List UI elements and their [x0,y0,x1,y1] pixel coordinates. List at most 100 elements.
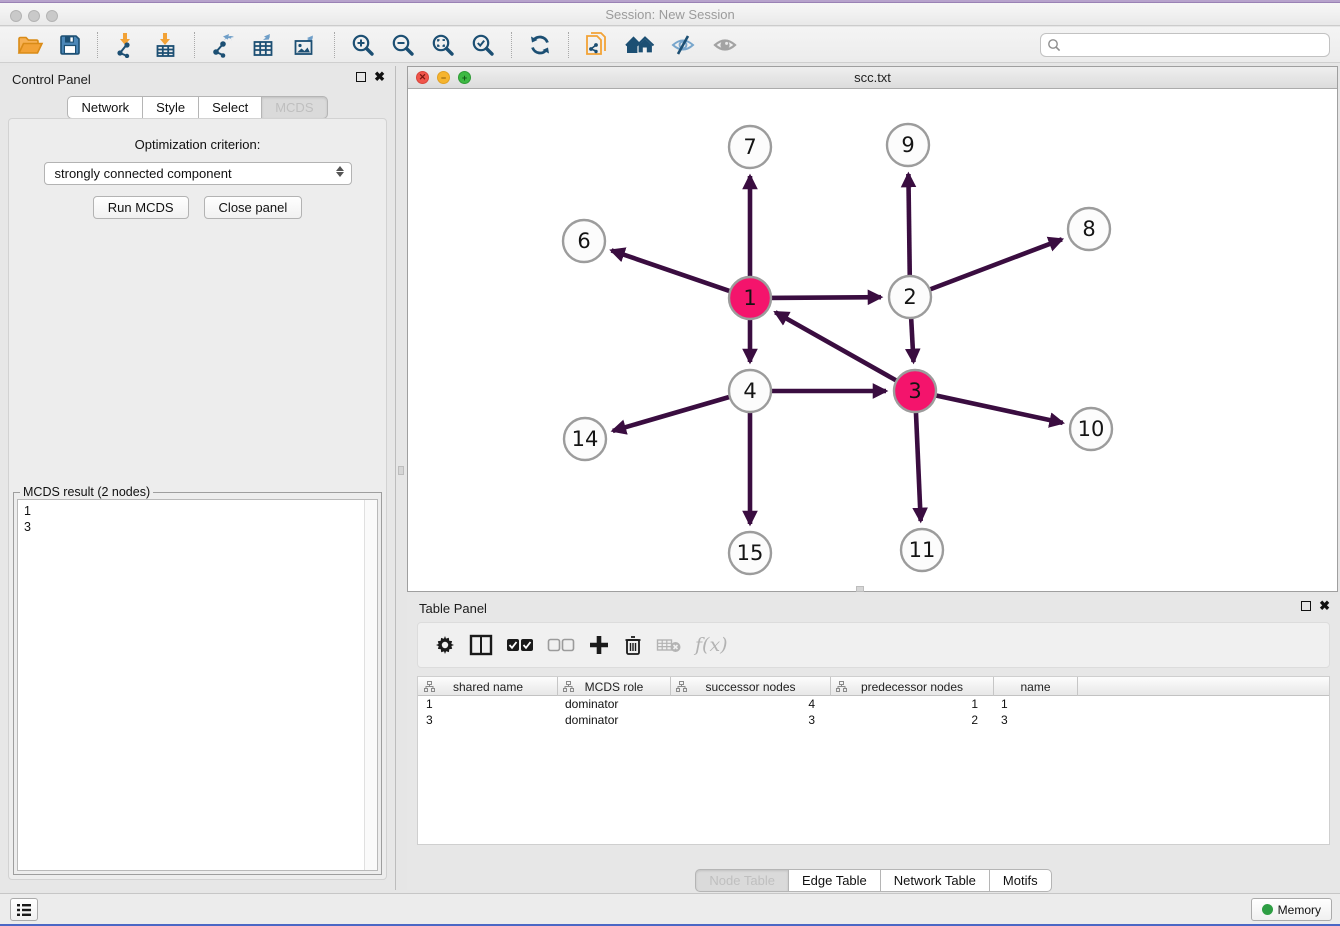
hide-selected-button[interactable] [662,31,704,59]
table-cell[interactable]: 1 [830,697,993,711]
graph-node-label: 2 [903,285,916,309]
tab-mcds[interactable]: MCDS [262,96,327,119]
table-row[interactable]: 3dominator323 [418,712,1329,728]
table-settings-button[interactable] [434,634,456,656]
table-tab-node-table[interactable]: Node Table [695,869,789,892]
graph-node-6[interactable]: 6 [563,220,605,262]
mcds-result-line: 3 [24,519,377,535]
search-box[interactable] [1040,33,1330,57]
table-cell[interactable]: 2 [830,713,993,727]
column-header-MCDS-role[interactable]: MCDS role [558,677,671,696]
table-cell[interactable]: 4 [670,697,830,711]
graph-edge-2-3[interactable] [911,315,914,362]
table-cell[interactable]: dominator [557,713,670,727]
network-window-titlebar[interactable]: ✕ − + scc.txt [408,67,1337,89]
graph-edge-3-11[interactable] [916,409,921,521]
table-header-row: shared name MCDS rolesuccessor nodesprede… [418,677,1329,696]
graph-node-4[interactable]: 4 [729,370,771,412]
export-network-button[interactable] [203,30,244,60]
zoom-out-button[interactable] [383,30,423,60]
network-graph[interactable]: 7 9 6 8 1 2 4 3 14 10 15 11 [408,89,1337,591]
import-network-button[interactable] [106,30,146,60]
graph-edge-3-1[interactable] [775,312,899,382]
table-cell[interactable]: 1 [418,697,557,711]
column-header-label: shared name [453,680,523,694]
export-image-button[interactable] [285,30,326,60]
table-cell[interactable]: 3 [993,713,1077,727]
column-layout-button[interactable] [469,634,493,656]
column-header-shared-name[interactable]: shared name [419,677,558,696]
table-tab-network-table[interactable]: Network Table [881,869,990,892]
home-button[interactable] [618,31,662,59]
vertical-splitter-handle[interactable] [398,466,404,475]
graph-node-2[interactable]: 2 [889,276,931,318]
graph-edge-2-8[interactable] [927,239,1062,290]
network-window-title: scc.txt [408,70,1337,85]
result-scrollbar[interactable] [364,500,377,870]
mcds-result-line: 1 [24,503,377,519]
create-column-button[interactable] [588,634,610,656]
tab-network[interactable]: Network [67,96,143,119]
graph-node-9[interactable]: 9 [887,124,929,166]
delete-column-button[interactable] [623,634,643,656]
run-mcds-button[interactable]: Run MCDS [93,196,189,219]
network-from-selection-button[interactable] [577,29,618,61]
plus-icon [588,634,610,656]
table-tab-motifs[interactable]: Motifs [990,869,1052,892]
control-panel-title: Control Panel [12,72,91,87]
graph-edge-3-10[interactable] [933,395,1063,423]
task-history-button[interactable] [10,898,38,921]
table-row[interactable]: 1dominator411 [418,696,1329,712]
deselect-all-columns-button[interactable] [547,637,575,653]
graph-node-label: 3 [908,379,921,403]
show-all-button[interactable] [704,31,746,59]
memory-button[interactable]: Memory [1251,898,1332,921]
search-input[interactable] [1065,38,1323,52]
graph-node-1[interactable]: 1 [729,277,771,319]
graph-node-11[interactable]: 11 [901,529,943,571]
main-toolbar [0,27,1340,63]
table-cell[interactable]: 3 [670,713,830,727]
graph-node-label: 9 [901,133,914,157]
graph-edge-1-2[interactable] [768,297,881,298]
zoom-fit-icon [430,32,456,58]
network-canvas[interactable]: 7 9 6 8 1 2 4 3 14 10 15 11 [408,89,1337,591]
save-session-button[interactable] [51,31,89,59]
zoom-in-icon [350,32,376,58]
float-panel-icon[interactable] [356,72,366,82]
horizontal-splitter-handle[interactable] [856,586,864,592]
export-table-button[interactable] [244,30,285,60]
graph-node-8[interactable]: 8 [1068,208,1110,250]
graph-node-14[interactable]: 14 [564,418,606,460]
mcds-result-textarea[interactable]: 13 [17,499,378,871]
select-all-columns-button[interactable] [506,637,534,653]
graph-edge-1-6[interactable] [611,250,733,292]
column-header-successor-nodes[interactable]: successor nodes [671,677,831,696]
graph-edge-2-9[interactable] [908,174,909,279]
column-header-name[interactable]: name [994,677,1078,696]
tab-select[interactable]: Select [199,96,262,119]
close-panel-icon[interactable]: ✖ [374,72,385,82]
graph-node-10[interactable]: 10 [1070,408,1112,450]
layout-refresh-button[interactable] [520,30,560,60]
column-header-predecessor-nodes[interactable]: predecessor nodes [831,677,994,696]
zoom-in-button[interactable] [343,30,383,60]
zoom-fit-button[interactable] [423,30,463,60]
open-file-button[interactable] [10,31,51,59]
graph-edge-4-14[interactable] [613,396,733,431]
table-cell[interactable]: 1 [993,697,1077,711]
graph-node-7[interactable]: 7 [729,126,771,168]
table-cell[interactable]: 3 [418,713,557,727]
optimization-criterion-select[interactable]: strongly connected component [44,162,352,185]
search-icon [1047,38,1061,52]
close-panel-button[interactable]: Close panel [204,196,303,219]
tab-style[interactable]: Style [143,96,199,119]
table-tab-edge-table[interactable]: Edge Table [789,869,881,892]
import-table-button[interactable] [146,30,186,60]
table-cell[interactable]: dominator [557,697,670,711]
zoom-selected-button[interactable] [463,30,503,60]
close-table-panel-icon[interactable]: ✖ [1319,601,1330,611]
float-table-panel-icon[interactable] [1301,601,1311,611]
graph-node-15[interactable]: 15 [729,532,771,574]
graph-node-3[interactable]: 3 [894,370,936,412]
